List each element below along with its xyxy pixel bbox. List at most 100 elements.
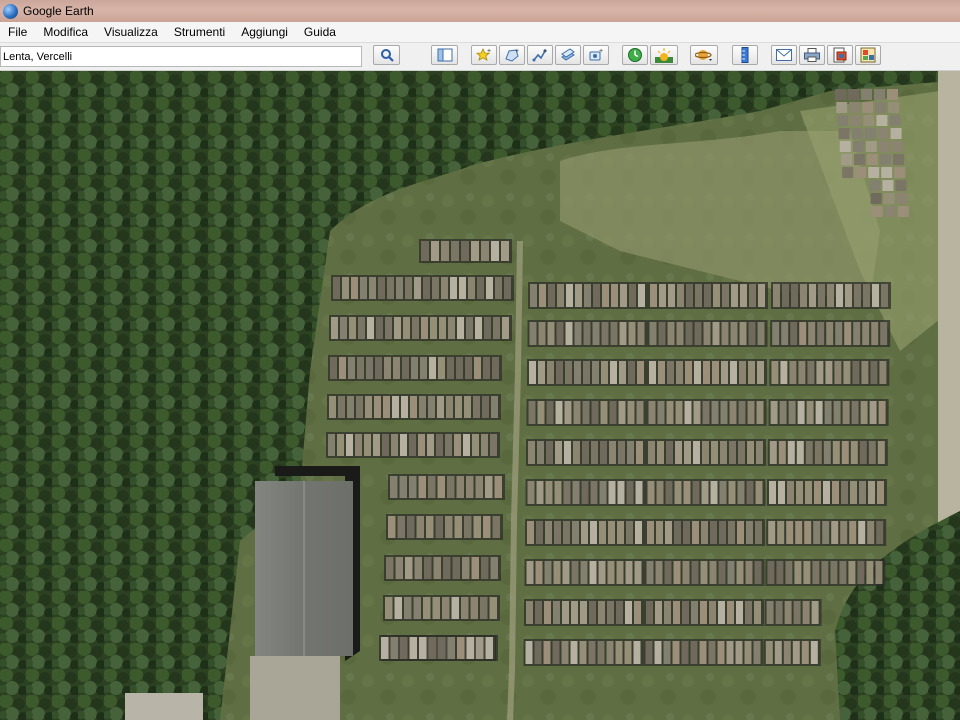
- save-image-button[interactable]: [827, 45, 853, 65]
- beehive: [571, 561, 579, 584]
- historical-imagery-button[interactable]: [622, 45, 648, 65]
- beehive: [702, 441, 709, 464]
- ruler-button[interactable]: [732, 45, 758, 65]
- beehive: [385, 317, 392, 339]
- beehive: [414, 277, 421, 299]
- planets-button[interactable]: [690, 45, 718, 65]
- beehive: [650, 284, 657, 307]
- window-title: Google Earth: [23, 4, 94, 18]
- beehive: [877, 481, 884, 504]
- beehive: [439, 317, 446, 339]
- add-image-overlay-button[interactable]: [555, 45, 581, 65]
- menu-modifica[interactable]: Modifica: [35, 22, 96, 42]
- beehive: [756, 401, 764, 424]
- beehive: [445, 434, 452, 456]
- beehive: [782, 284, 789, 307]
- beehive: [817, 322, 825, 345]
- beehive: [355, 434, 362, 456]
- beehive: [836, 284, 843, 307]
- beehive: [835, 322, 843, 345]
- beehive: [692, 521, 699, 544]
- beehive: [457, 317, 464, 339]
- beehive: [788, 401, 796, 424]
- beehive: [556, 361, 563, 384]
- beehive: [473, 396, 480, 418]
- beehive: [889, 115, 901, 126]
- beehive: [872, 284, 879, 307]
- beehive: [893, 154, 904, 165]
- beehive: [629, 284, 636, 307]
- beehive: [461, 241, 469, 261]
- print-icon: [804, 48, 820, 62]
- beehive: [573, 441, 580, 464]
- beehive: [852, 141, 864, 152]
- beehive: [501, 241, 509, 261]
- beehive: [446, 396, 453, 418]
- beehive: [683, 521, 690, 544]
- menu-strumenti[interactable]: Strumenti: [166, 22, 233, 42]
- beehive: [758, 284, 765, 307]
- beehive: [770, 401, 778, 424]
- beehive: [789, 361, 797, 384]
- beehive: [864, 128, 876, 139]
- beehive: [694, 322, 702, 345]
- beehive: [637, 322, 645, 345]
- beehive: [767, 561, 775, 584]
- menu-file[interactable]: File: [0, 22, 35, 42]
- beehive: [863, 115, 875, 126]
- beehive: [876, 115, 888, 126]
- beehive: [708, 641, 716, 664]
- beehive: [420, 357, 427, 379]
- beehive: [841, 481, 848, 504]
- beehive: [606, 641, 614, 664]
- menu-visualizza[interactable]: Visualizza: [96, 22, 166, 42]
- svg-text:+: +: [487, 48, 491, 55]
- beehive: [423, 597, 431, 619]
- beehive: [894, 167, 906, 178]
- view-in-maps-button[interactable]: [855, 45, 881, 65]
- beehive: [386, 557, 394, 579]
- beehive: [719, 521, 726, 544]
- beehive: [730, 361, 737, 384]
- search-button[interactable]: [373, 45, 400, 65]
- beehive: [423, 277, 430, 299]
- beehive: [826, 322, 834, 345]
- satellite-imagery[interactable]: [0, 71, 960, 720]
- menu-guida[interactable]: Guida: [296, 22, 344, 42]
- beehive: [454, 434, 461, 456]
- beehive: [447, 637, 455, 659]
- beehive: [778, 481, 785, 504]
- beehive: [381, 637, 389, 659]
- beehive: [481, 557, 489, 579]
- beehive: [841, 154, 852, 165]
- print-button[interactable]: [799, 45, 825, 65]
- beehive: [451, 597, 459, 619]
- beehive: [536, 521, 543, 544]
- beehive: [619, 322, 627, 345]
- beehive: [721, 322, 729, 345]
- sidebar-toggle-button[interactable]: [431, 45, 458, 65]
- beehive: [779, 401, 787, 424]
- beehive: [537, 401, 545, 424]
- beehive: [666, 401, 674, 424]
- beehive: [442, 597, 450, 619]
- beehive: [360, 277, 367, 299]
- beehive: [463, 434, 470, 456]
- add-path-button[interactable]: +: [527, 45, 553, 65]
- earth-map-view[interactable]: [0, 71, 960, 720]
- email-button[interactable]: [771, 45, 797, 65]
- add-placemark-button[interactable]: +: [471, 45, 497, 65]
- beehive: [709, 601, 716, 624]
- beehive: [840, 521, 848, 544]
- add-polygon-button[interactable]: +: [499, 45, 525, 65]
- beehive: [854, 284, 861, 307]
- beehive: [865, 141, 877, 152]
- record-tour-button[interactable]: +: [583, 45, 609, 65]
- beehive: [437, 476, 445, 498]
- search-input[interactable]: [0, 46, 362, 67]
- google-earth-app-icon: [3, 3, 18, 19]
- beehive: [753, 641, 761, 664]
- menu-aggiungi[interactable]: Aggiungi: [233, 22, 296, 42]
- beehive: [668, 284, 675, 307]
- sunlight-button[interactable]: [650, 45, 678, 65]
